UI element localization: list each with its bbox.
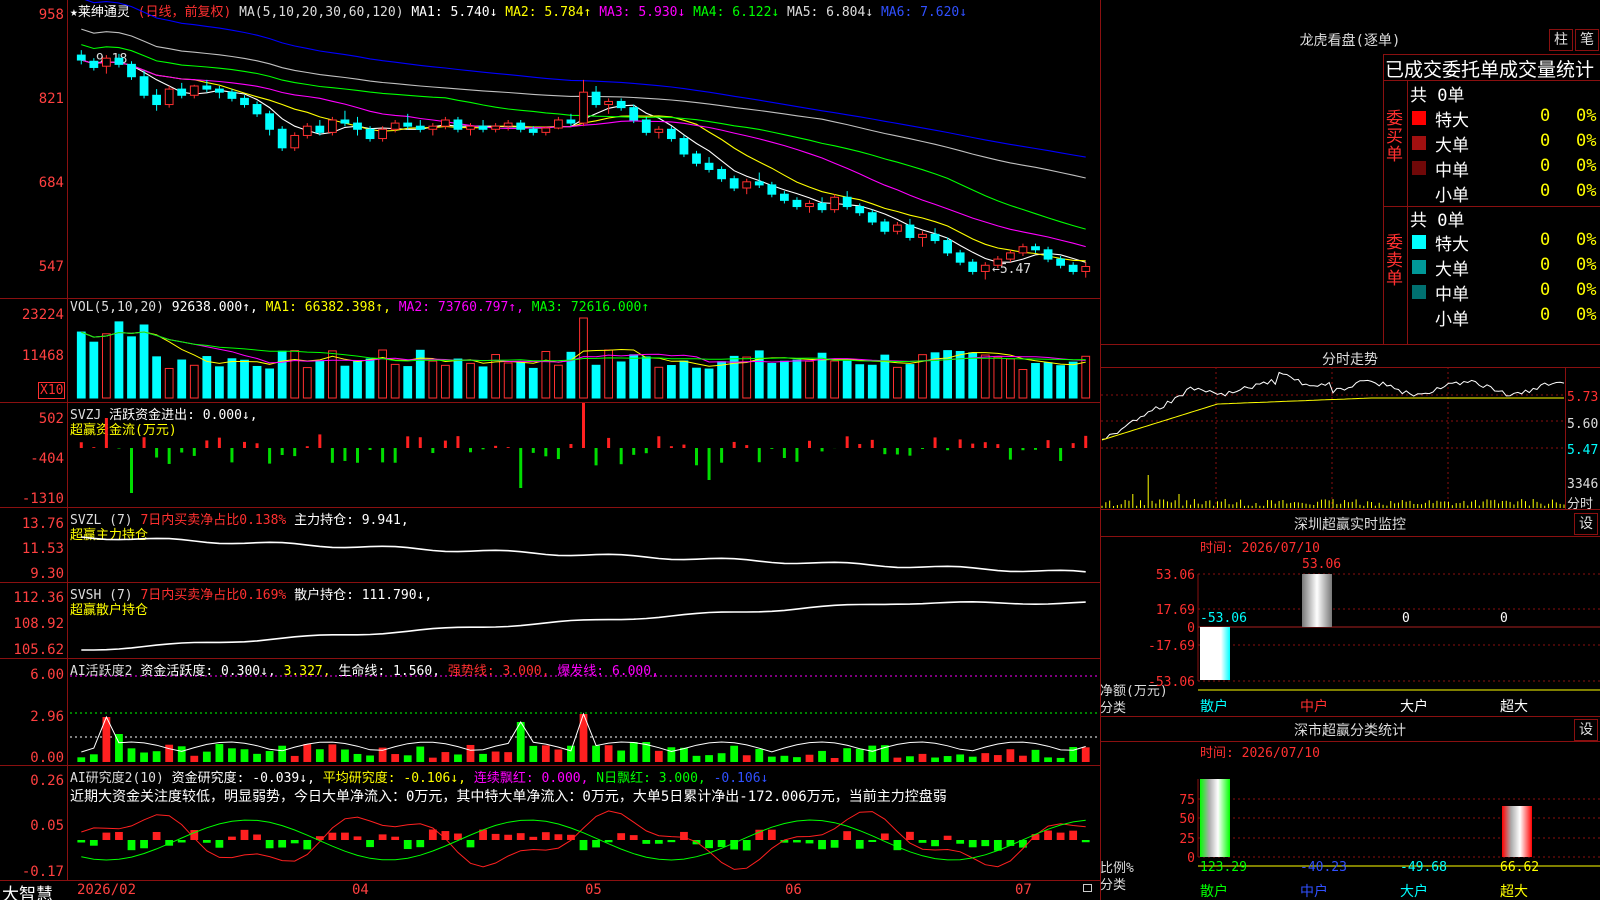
monitor-tick: -53.06 [1148, 675, 1195, 690]
monitor-category: 散户 [1200, 698, 1228, 715]
class-bar-retail [1200, 779, 1230, 857]
class-bar-super [1502, 806, 1532, 857]
class-category: 大户 [1400, 883, 1428, 900]
right-chart-canvas: 53.0617.690-17.69-53.06-53.0653.060 0散户 中户… [1101, 367, 1600, 900]
monitor-category: 超大 [1500, 699, 1528, 715]
monitor-value: -53.06 [1200, 611, 1247, 626]
monitor-value: 53.06 [1302, 557, 1341, 572]
class-tick: 50 [1179, 812, 1195, 827]
monitor-bar-retail [1200, 627, 1230, 680]
class-tick: 25 [1179, 832, 1195, 847]
monitor-category: 大户 [1400, 698, 1428, 715]
class-tick: 75 [1179, 793, 1195, 808]
class-category: 散户 [1200, 883, 1228, 900]
monitor-value: 0 [1402, 611, 1410, 626]
monitor-tick: -17.69 [1148, 639, 1195, 654]
class-value: 66.62 [1500, 860, 1539, 875]
monitor-tick: 17.69 [1156, 603, 1195, 618]
class-tick: 0 [1187, 851, 1195, 866]
intraday-price-line [1101, 371, 1565, 440]
monitor-tick: 53.06 [1156, 568, 1195, 583]
class-category: 中户 [1300, 883, 1328, 900]
class-category: 超大 [1500, 884, 1528, 900]
class-value: 123.29 [1200, 860, 1247, 875]
trading-terminal: ★莱绅通灵 (日线，前复权) MA(5,10,20,30,60,120) MA1… [0, 0, 1600, 900]
monitor-value: 0 [1500, 611, 1508, 626]
monitor-category: 中户 [1300, 698, 1328, 715]
monitor-tick: 0 [1187, 621, 1195, 636]
class-value: -49.68 [1400, 860, 1447, 875]
intraday-avg-line [1101, 397, 1564, 441]
class-value: -40.23 [1300, 860, 1347, 875]
monitor-bar-medium [1302, 574, 1332, 627]
